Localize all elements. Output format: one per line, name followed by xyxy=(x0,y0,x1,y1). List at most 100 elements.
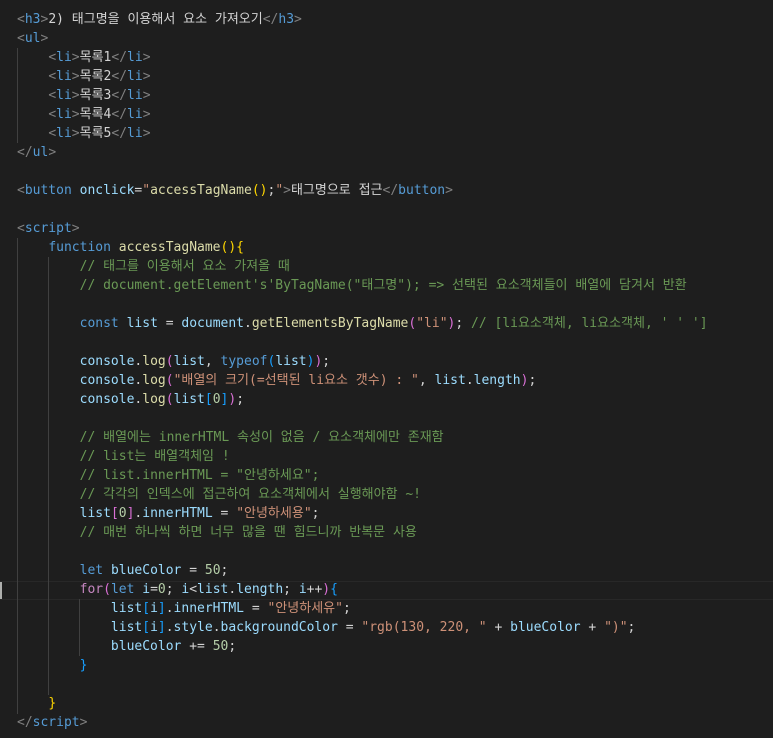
code-line[interactable]: <li>목록1</li> xyxy=(0,48,150,67)
code-token: button xyxy=(24,183,72,198)
code-token: 2) 태그명을 이용해서 요소 가져오기 xyxy=(48,12,263,27)
code-line[interactable] xyxy=(0,333,17,352)
code-line[interactable]: </ul> xyxy=(0,143,56,162)
code-token: < xyxy=(17,221,25,236)
code-line[interactable]: <li>목록3</li> xyxy=(0,86,150,105)
code-line[interactable]: <script> xyxy=(0,219,80,238)
code-token: 목록3 xyxy=(79,88,112,103)
code-token: = xyxy=(150,582,158,597)
code-token: li xyxy=(127,69,143,84)
code-line[interactable] xyxy=(0,542,17,561)
code-token: script xyxy=(24,221,72,236)
code-line[interactable]: console.log(list, typeof(list)); xyxy=(0,352,331,371)
code-token: blueColor xyxy=(110,563,182,578)
code-token: </ xyxy=(382,183,399,198)
code-token: > xyxy=(142,126,151,141)
code-line[interactable]: </script> xyxy=(0,713,87,732)
code-line[interactable]: // 배열에는 innerHTML 속성이 없음 / 요소객체에만 존재함 xyxy=(0,428,444,447)
code-line[interactable]: <li>목록5</li> xyxy=(0,124,151,143)
code-token: onclick xyxy=(79,183,135,198)
code-line[interactable]: <li>목록4</li> xyxy=(0,105,150,124)
code-line[interactable]: // 매번 하나씩 하면 너무 많을 땐 힘드니까 반복문 사용 xyxy=(0,523,417,542)
code-token: list xyxy=(79,506,111,521)
code-line[interactable] xyxy=(0,162,17,181)
code-line[interactable]: <li>목록2</li> xyxy=(0,67,151,86)
code-line[interactable]: <ul> xyxy=(0,29,48,48)
code-line[interactable]: console. log("배열의 크기(=선택된 li요소 갯수) : ", l… xyxy=(0,371,537,390)
code-token: // list는 배열객체임 ! xyxy=(79,449,230,464)
code-token: ; xyxy=(342,601,351,616)
code-line[interactable]: console.log(list[0]); xyxy=(0,390,244,409)
code-line[interactable]: <h3>2) 태그명을 이용해서 요소 가져오기</h3> xyxy=(0,10,302,29)
code-line[interactable]: list[0].innerHTML = "안녕하세용"; xyxy=(0,504,320,523)
code-line[interactable]: } xyxy=(0,656,88,675)
code-line[interactable]: <button onclick="accessTagName();">태그명으로… xyxy=(0,181,453,200)
code-token: < xyxy=(17,183,25,198)
code-token: ] xyxy=(157,620,166,635)
code-token: // document.getElement's'ByTagName("태그명"… xyxy=(79,278,687,293)
code-token: ] xyxy=(157,601,166,616)
code-line[interactable]: // list는 배열객체임 ! xyxy=(0,447,230,466)
code-line[interactable]: // 태그를 이용해서 요소 가져올 때 xyxy=(0,257,290,276)
code-token: list xyxy=(110,620,143,635)
code-token: </ xyxy=(17,145,33,160)
code-token: ; xyxy=(627,620,636,635)
code-token: > xyxy=(71,50,80,65)
code-token: ul xyxy=(32,145,49,160)
code-token: > xyxy=(48,145,57,160)
code-editor[interactable]: <h3>2) 태그명을 이용해서 요소 가져오기</h3> <ul> <li>목록… xyxy=(0,0,773,738)
code-token: > xyxy=(79,715,88,730)
code-token: getElementsByTagName xyxy=(251,316,409,331)
code-token: > xyxy=(71,221,80,236)
code-token: li xyxy=(127,107,143,122)
code-line[interactable]: // document.getElement's'ByTagName("태그명"… xyxy=(0,276,687,295)
code-line[interactable]: list[i].innerHTML = "안녕하세유"; xyxy=(0,599,351,618)
code-line[interactable]: list[i].style.backgroundColor = "rgb(130… xyxy=(0,618,635,637)
code-line[interactable]: // list.innerHTML = "안녕하세요"; xyxy=(0,466,320,485)
code-token: // 배열에는 innerHTML 속성이 없음 / 요소객체에만 존재함 xyxy=(79,430,444,445)
code-token: console xyxy=(79,354,135,369)
code-token: blueColor xyxy=(510,620,581,635)
code-token: [ xyxy=(110,506,119,521)
code-token: () xyxy=(251,183,268,198)
code-token: function xyxy=(48,240,111,255)
code-line[interactable] xyxy=(0,295,17,314)
code-token: > xyxy=(142,69,151,84)
code-token: ; xyxy=(311,506,320,521)
code-token: < xyxy=(48,69,57,84)
code-token: > xyxy=(71,69,80,84)
code-token: </ xyxy=(262,12,279,27)
code-line[interactable]: const list = document.getElementsByTagNa… xyxy=(0,314,708,333)
code-token: blueColor xyxy=(110,639,182,654)
code-line[interactable]: function accessTagName(){ xyxy=(0,238,244,257)
code-token: ; xyxy=(220,563,229,578)
code-token: 0 xyxy=(212,392,221,407)
code-token: // [li요소객체, li요소객체, ' ' '] xyxy=(471,316,708,331)
code-line[interactable] xyxy=(0,675,17,694)
code-token: log xyxy=(142,373,166,388)
code-line[interactable]: } xyxy=(0,694,56,713)
code-token: , xyxy=(418,373,435,388)
code-token: length xyxy=(236,582,284,597)
code-token: "배열의 크기(=선택된 li요소 갯수) : " xyxy=(173,373,419,388)
code-line[interactable]: // 각각의 인덱스에 접근하여 요소객체에서 실행해야함 ~! xyxy=(0,485,421,504)
code-token: h3 xyxy=(24,12,41,27)
code-line[interactable] xyxy=(0,200,17,219)
code-line[interactable]: for(let i=0; i<list.length; i++){ xyxy=(0,580,338,599)
code-token: i xyxy=(298,582,307,597)
code-line[interactable] xyxy=(0,409,17,428)
code-token: list xyxy=(173,354,205,369)
code-token: < xyxy=(189,582,198,597)
code-token: 0 xyxy=(157,582,166,597)
code-token: let xyxy=(110,582,135,597)
code-line[interactable]: blueColor += 50; xyxy=(0,637,236,656)
code-line[interactable]: let blueColor = 50; xyxy=(0,561,229,580)
code-token: </ xyxy=(111,88,128,103)
